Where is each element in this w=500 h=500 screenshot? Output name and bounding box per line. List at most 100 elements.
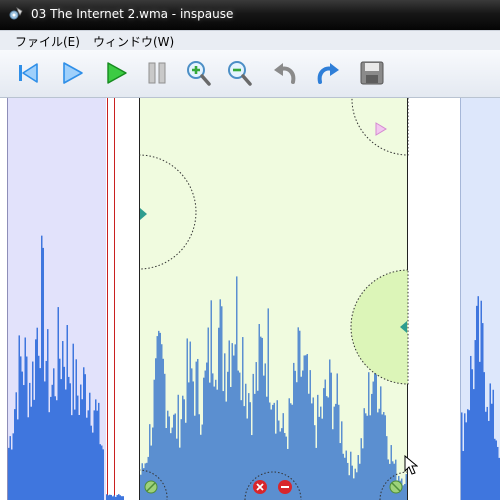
- waveform-view[interactable]: [0, 98, 500, 500]
- waveform-bar: [219, 299, 221, 500]
- waveform-bar: [495, 440, 497, 500]
- waveform-bar: [221, 306, 223, 500]
- waveform-bar: [261, 337, 263, 500]
- play-green-icon: [107, 62, 127, 84]
- waveform-bar: [80, 384, 82, 500]
- waveform-bar: [233, 355, 235, 500]
- waveform-bar: [57, 307, 59, 500]
- waveform-bar: [56, 400, 58, 500]
- waveform-bar: [491, 403, 493, 500]
- waveform-bar: [121, 496, 123, 500]
- title-bar[interactable]: 03 The Internet 2.wma - inspause: [0, 0, 500, 30]
- waveform-right: [461, 296, 500, 500]
- waveform-bar: [236, 276, 238, 500]
- waveform-bar: [329, 359, 331, 500]
- waveform-bar: [30, 406, 32, 500]
- zoom-out-button[interactable]: [225, 58, 253, 88]
- waveform-bar: [216, 389, 218, 500]
- waveform-graphic: [8, 98, 500, 500]
- pause-button[interactable]: [143, 58, 171, 88]
- waveform-bar: [29, 382, 31, 500]
- undo-button[interactable]: [271, 58, 299, 88]
- zoom-in-button[interactable]: [184, 58, 212, 88]
- remove-icon[interactable]: [278, 480, 292, 494]
- play-marker-icon[interactable]: [375, 122, 387, 136]
- waveform-bar: [206, 362, 208, 500]
- waveform-bar: [386, 436, 388, 500]
- waveform-bar: [269, 402, 271, 500]
- waveform-bar: [156, 336, 158, 500]
- waveform-bar: [96, 410, 98, 500]
- waveform-bar: [338, 404, 340, 500]
- waveform-bar: [23, 385, 25, 500]
- waveform-bar: [351, 465, 353, 500]
- redo-button[interactable]: [314, 58, 342, 88]
- waveform-bar: [318, 416, 320, 500]
- waveform-bar: [380, 386, 382, 500]
- left-handle-icon[interactable]: [140, 208, 147, 220]
- waveform-bar: [306, 353, 308, 500]
- waveform-bar: [146, 462, 148, 500]
- waveform-bar: [468, 410, 470, 500]
- waveform-bar: [473, 389, 475, 500]
- waveform-bar: [482, 323, 484, 500]
- save-button[interactable]: [358, 58, 386, 88]
- play-selection-button[interactable]: [102, 58, 130, 88]
- waveform-bar: [90, 425, 92, 500]
- waveform-bar: [9, 436, 11, 500]
- waveform-bar: [11, 449, 13, 500]
- skip-to-start-button[interactable]: [14, 58, 42, 88]
- waveform-bar: [375, 362, 377, 500]
- waveform-bar: [309, 370, 311, 500]
- waveform-bar: [486, 406, 488, 500]
- waveform-bar: [98, 402, 100, 500]
- waveform-bar: [54, 396, 56, 500]
- waveform-bar: [402, 485, 404, 500]
- waveform-bar: [366, 415, 368, 500]
- waveform-bar: [365, 413, 367, 500]
- waveform-bar: [183, 399, 185, 500]
- save-icon: [360, 61, 384, 85]
- waveform-bar: [158, 330, 160, 500]
- waveform-bar: [359, 463, 361, 500]
- waveform-bar: [74, 409, 76, 500]
- waveform-bar: [231, 343, 233, 500]
- waveform-bar: [344, 457, 346, 500]
- waveform-bar: [357, 455, 359, 500]
- waveform-bar: [470, 355, 472, 500]
- menu-file[interactable]: ファイル(E): [15, 33, 80, 50]
- waveform-bar: [312, 397, 314, 500]
- menu-window[interactable]: ウィンドウ(W): [93, 33, 174, 50]
- waveform-bar: [168, 416, 170, 500]
- waveform-bar: [155, 358, 157, 500]
- toolbar: [0, 50, 500, 98]
- waveform-bar: [342, 453, 344, 500]
- waveform-bar: [479, 361, 481, 500]
- add-right-icon[interactable]: [389, 480, 403, 494]
- waveform-bar: [66, 325, 68, 500]
- waveform-bar: [494, 438, 496, 500]
- play-button[interactable]: [58, 58, 86, 88]
- waveform-bar: [258, 324, 260, 500]
- waveform-bar: [171, 427, 173, 500]
- pause-range-right[interactable]: [350, 269, 409, 385]
- waveform-bar: [201, 424, 203, 500]
- waveform-bar: [332, 429, 334, 500]
- waveform-bar: [311, 403, 313, 500]
- waveform-bar: [335, 403, 337, 500]
- waveform-bar: [197, 358, 199, 500]
- waveform-bar: [218, 327, 220, 500]
- waveform-bar: [71, 415, 73, 500]
- waveform-bar: [326, 396, 328, 500]
- waveform-bar: [249, 402, 251, 500]
- add-left-icon[interactable]: [144, 480, 158, 494]
- waveform-bar: [270, 409, 272, 500]
- waveform-bar: [276, 400, 278, 500]
- waveform-bar: [147, 456, 149, 500]
- waveform-bar: [368, 372, 370, 500]
- waveform-bar: [248, 393, 250, 500]
- waveform-bar: [164, 373, 166, 500]
- waveform-bar: [239, 372, 241, 500]
- waveform-bar: [110, 494, 112, 500]
- delete-icon[interactable]: [253, 480, 267, 494]
